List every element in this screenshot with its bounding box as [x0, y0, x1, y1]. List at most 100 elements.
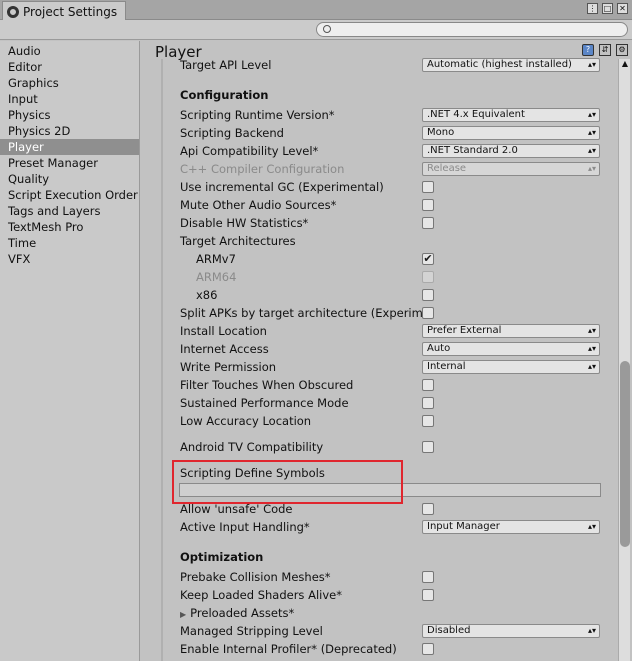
foldout-arrow-icon: ▶	[180, 610, 187, 619]
split-apks-label: Split APKs by target architecture (Exper…	[180, 306, 422, 320]
api-compat-dropdown[interactable]: .NET Standard 2.0 ▴▾	[422, 144, 600, 158]
help-icon[interactable]: ?	[582, 44, 594, 56]
android-tv-label: Android TV Compatibility	[180, 440, 324, 454]
install-location-dropdown[interactable]: Prefer External ▴▾	[422, 324, 600, 338]
content-border	[161, 59, 163, 661]
internal-profiler-checkbox[interactable]	[422, 643, 434, 655]
sidebar-item-editor[interactable]: Editor	[0, 59, 139, 75]
allow-unsafe-checkbox[interactable]	[422, 503, 434, 515]
dropdown-arrow-icon: ▴▾	[587, 146, 596, 155]
sidebar-item-player[interactable]: Player	[0, 139, 139, 155]
sustained-perf-label: Sustained Performance Mode	[180, 396, 349, 410]
checkmark-icon: ✔	[423, 252, 433, 265]
disable-hw-label: Disable HW Statistics*	[180, 216, 309, 230]
active-input-value: Input Manager	[427, 521, 500, 532]
search-input[interactable]	[316, 22, 628, 37]
runtime-version-value: .NET 4.x Equivalent	[427, 109, 525, 120]
internet-access-dropdown[interactable]: Auto ▴▾	[422, 342, 600, 356]
mute-audio-label: Mute Other Audio Sources*	[180, 198, 337, 212]
low-accuracy-checkbox[interactable]	[422, 415, 434, 427]
dropdown-arrow-icon: ▴▾	[587, 344, 596, 353]
sidebar-item-physics-2d[interactable]: Physics 2D	[0, 123, 139, 139]
android-tv-checkbox[interactable]	[422, 441, 434, 453]
mute-audio-checkbox[interactable]	[422, 199, 434, 211]
highlight-box	[172, 460, 403, 504]
stripping-level-value: Disabled	[427, 625, 471, 636]
sidebar-item-textmesh-pro[interactable]: TextMesh Pro	[0, 219, 139, 235]
write-permission-dropdown[interactable]: Internal ▴▾	[422, 360, 600, 374]
dropdown-arrow-icon: ▴▾	[587, 362, 596, 371]
incremental-gc-checkbox[interactable]	[422, 181, 434, 193]
arm64-label: ARM64	[196, 270, 237, 284]
x86-label: x86	[196, 288, 218, 302]
dropdown-arrow-icon: ▴▾	[587, 326, 596, 335]
vertical-scrollbar[interactable]: ▲	[618, 59, 630, 661]
preloaded-assets-label: Preloaded Assets*	[190, 606, 295, 620]
allow-unsafe-label: Allow 'unsafe' Code	[180, 502, 293, 516]
arm64-checkbox	[422, 271, 434, 283]
prebake-label: Prebake Collision Meshes*	[180, 570, 331, 584]
sidebar-item-script-execution-order[interactable]: Script Execution Order	[0, 187, 139, 203]
dropdown-arrow-icon: ▴▾	[587, 522, 596, 531]
dropdown-arrow-icon: ▴▾	[587, 128, 596, 137]
optimization-heading: Optimization	[180, 550, 264, 564]
split-apks-checkbox[interactable]	[422, 307, 434, 319]
low-accuracy-label: Low Accuracy Location	[180, 414, 312, 428]
target-api-dropdown[interactable]: Automatic (highest installed) ▴▾	[422, 58, 600, 72]
scroll-up-icon[interactable]: ▲	[619, 59, 631, 71]
sidebar: Audio Editor Graphics Input Physics Phys…	[0, 41, 140, 661]
window-title: Project Settings	[23, 4, 118, 19]
active-input-dropdown[interactable]: Input Manager ▴▾	[422, 520, 600, 534]
settings-panel: Player ? ⇵ ⚙ Target API Level Automatic …	[141, 41, 632, 661]
dropdown-arrow-icon: ▴▾	[587, 110, 596, 119]
sidebar-item-vfx[interactable]: VFX	[0, 251, 139, 267]
target-api-value: Automatic (highest installed)	[427, 59, 572, 70]
title-bar: Project Settings ⋮ □ ✕	[0, 0, 632, 21]
cpp-compiler-dropdown: Release ▴▾	[422, 162, 600, 176]
menu-icon[interactable]: ⋮	[587, 3, 598, 14]
internet-access-value: Auto	[427, 343, 451, 354]
sidebar-item-time[interactable]: Time	[0, 235, 139, 251]
preset-icon[interactable]: ⇵	[599, 44, 611, 56]
search-icon	[323, 25, 331, 33]
sidebar-item-preset-manager[interactable]: Preset Manager	[0, 155, 139, 171]
dropdown-arrow-icon: ▴▾	[587, 60, 596, 69]
window-tab[interactable]: Project Settings	[2, 1, 126, 21]
settings-menu-icon[interactable]: ⚙	[616, 44, 628, 56]
configuration-heading: Configuration	[180, 88, 269, 102]
stripping-level-dropdown[interactable]: Disabled ▴▾	[422, 624, 600, 638]
scrollbar-thumb[interactable]	[620, 361, 630, 547]
disable-hw-checkbox[interactable]	[422, 217, 434, 229]
incremental-gc-label: Use incremental GC (Experimental)	[180, 180, 384, 194]
sidebar-item-input[interactable]: Input	[0, 91, 139, 107]
filter-touches-checkbox[interactable]	[422, 379, 434, 391]
close-icon[interactable]: ✕	[617, 3, 628, 14]
sidebar-item-quality[interactable]: Quality	[0, 171, 139, 187]
write-permission-value: Internal	[427, 361, 466, 372]
sidebar-item-audio[interactable]: Audio	[0, 43, 139, 59]
preloaded-assets-foldout[interactable]: ▶ Preloaded Assets*	[180, 604, 600, 622]
internal-profiler-label: Enable Internal Profiler* (Deprecated)	[180, 642, 397, 656]
window-buttons: ⋮ □ ✕	[587, 3, 628, 14]
scripting-backend-value: Mono	[427, 127, 455, 138]
runtime-version-dropdown[interactable]: .NET 4.x Equivalent ▴▾	[422, 108, 600, 122]
gear-icon	[7, 5, 19, 18]
sidebar-item-physics[interactable]: Physics	[0, 107, 139, 123]
keep-shaders-label: Keep Loaded Shaders Alive*	[180, 588, 342, 602]
sidebar-item-tags-and-layers[interactable]: Tags and Layers	[0, 203, 139, 219]
x86-checkbox[interactable]	[422, 289, 434, 301]
keep-shaders-checkbox[interactable]	[422, 589, 434, 601]
dropdown-arrow-icon: ▴▾	[587, 164, 596, 173]
prebake-checkbox[interactable]	[422, 571, 434, 583]
scripting-backend-dropdown[interactable]: Mono ▴▾	[422, 126, 600, 140]
api-compat-value: .NET Standard 2.0	[427, 145, 518, 156]
sidebar-item-graphics[interactable]: Graphics	[0, 75, 139, 91]
armv7-label: ARMv7	[196, 252, 236, 266]
armv7-checkbox[interactable]: ✔	[422, 253, 434, 265]
sustained-perf-checkbox[interactable]	[422, 397, 434, 409]
filter-touches-label: Filter Touches When Obscured	[180, 378, 354, 392]
target-arch-label: Target Architectures	[180, 234, 296, 248]
maximize-icon[interactable]: □	[602, 3, 613, 14]
install-location-value: Prefer External	[427, 325, 502, 336]
dropdown-arrow-icon: ▴▾	[587, 626, 596, 635]
